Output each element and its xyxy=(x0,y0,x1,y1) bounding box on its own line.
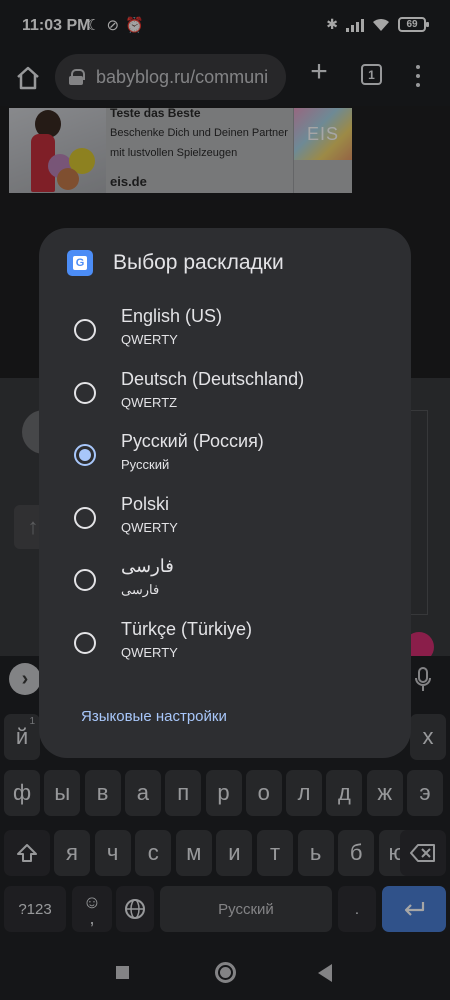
layout-option-label: Polski xyxy=(121,493,170,514)
layout-option-label: Türkçe (Türkiye) xyxy=(121,618,253,639)
language-settings-link[interactable]: Языковые настройки xyxy=(81,708,227,725)
layout-option-sub: Русский xyxy=(121,457,170,472)
layout-option-sub: فارسی xyxy=(121,582,160,597)
layout-option-label: فارسی xyxy=(121,556,174,576)
layout-option-sub: QWERTY xyxy=(121,332,178,347)
layout-option-label: English (US) xyxy=(121,306,223,326)
layout-option[interactable]: Deutsch (Deutschland) QWERTZ xyxy=(39,367,411,429)
screen: 11:03 PM ☾ ⊘ ⏰ ✱ 69 babyblog.ru/communi … xyxy=(0,0,450,1000)
dialog-title: Выбор раскладки xyxy=(113,251,284,274)
layout-option-sub: QWERTZ xyxy=(121,394,178,410)
layout-option-sub: QWERTY xyxy=(121,644,178,660)
layout-option[interactable]: Polski QWERTY xyxy=(39,492,411,554)
layout-option[interactable]: فارسی فارسی xyxy=(39,554,411,616)
layout-option[interactable]: Русский (Россия) Русский xyxy=(39,429,411,491)
layout-picker-dialog: G Выбор раскладки English (US) QWERTY Deut… xyxy=(39,228,411,758)
layout-option[interactable]: English (US) QWERTY xyxy=(39,304,411,366)
radio-button[interactable] xyxy=(74,444,96,466)
radio-button[interactable] xyxy=(74,381,96,404)
layout-option-label: Deutsch (Deutschland) xyxy=(121,368,305,389)
layout-option-label: Русский (Россия) xyxy=(121,431,264,451)
radio-button[interactable] xyxy=(74,569,96,591)
radio-button[interactable] xyxy=(74,319,96,341)
gboard-icon: G xyxy=(67,250,93,276)
layout-option-sub: QWERTY xyxy=(121,519,178,535)
layout-option[interactable]: Türkçe (Türkiye) QWERTY xyxy=(39,617,411,679)
radio-button[interactable] xyxy=(74,631,96,654)
radio-button[interactable] xyxy=(74,506,96,529)
